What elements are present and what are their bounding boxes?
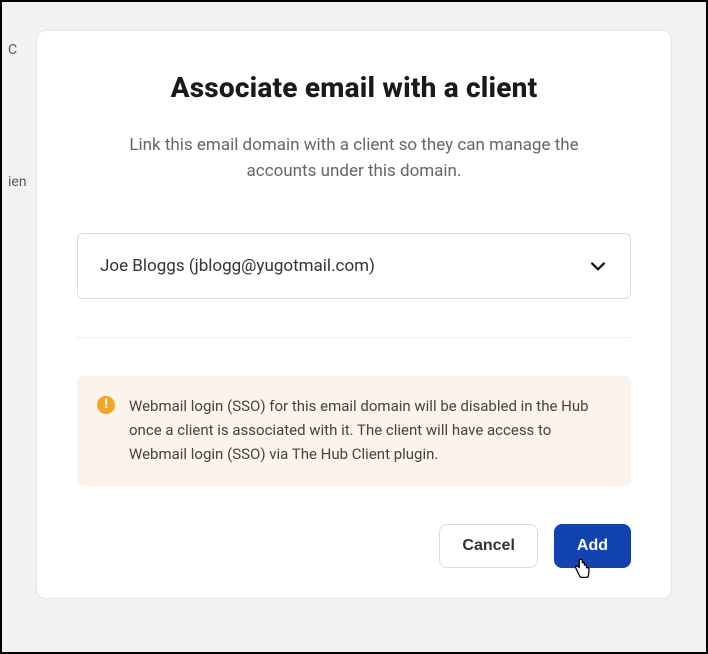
- warning-text: Webmail login (SSO) for this email domai…: [129, 394, 611, 466]
- client-select-value: Joe Bloggs (jblogg@yugotmail.com): [100, 256, 375, 276]
- warning-icon: !: [97, 396, 115, 414]
- cancel-button[interactable]: Cancel: [439, 524, 537, 568]
- background-text: C: [8, 42, 17, 58]
- chevron-down-icon: [588, 256, 608, 276]
- add-button[interactable]: Add: [554, 524, 631, 568]
- modal-description: Link this email domain with a client so …: [94, 132, 614, 185]
- divider: [77, 337, 631, 338]
- associate-email-modal: Associate email with a client Link this …: [36, 30, 672, 599]
- modal-title: Associate email with a client: [77, 71, 631, 104]
- background-text: ien: [8, 174, 27, 190]
- modal-actions: Cancel Add: [77, 524, 631, 568]
- client-select[interactable]: Joe Bloggs (jblogg@yugotmail.com): [77, 233, 631, 299]
- warning-alert: ! Webmail login (SSO) for this email dom…: [77, 376, 631, 486]
